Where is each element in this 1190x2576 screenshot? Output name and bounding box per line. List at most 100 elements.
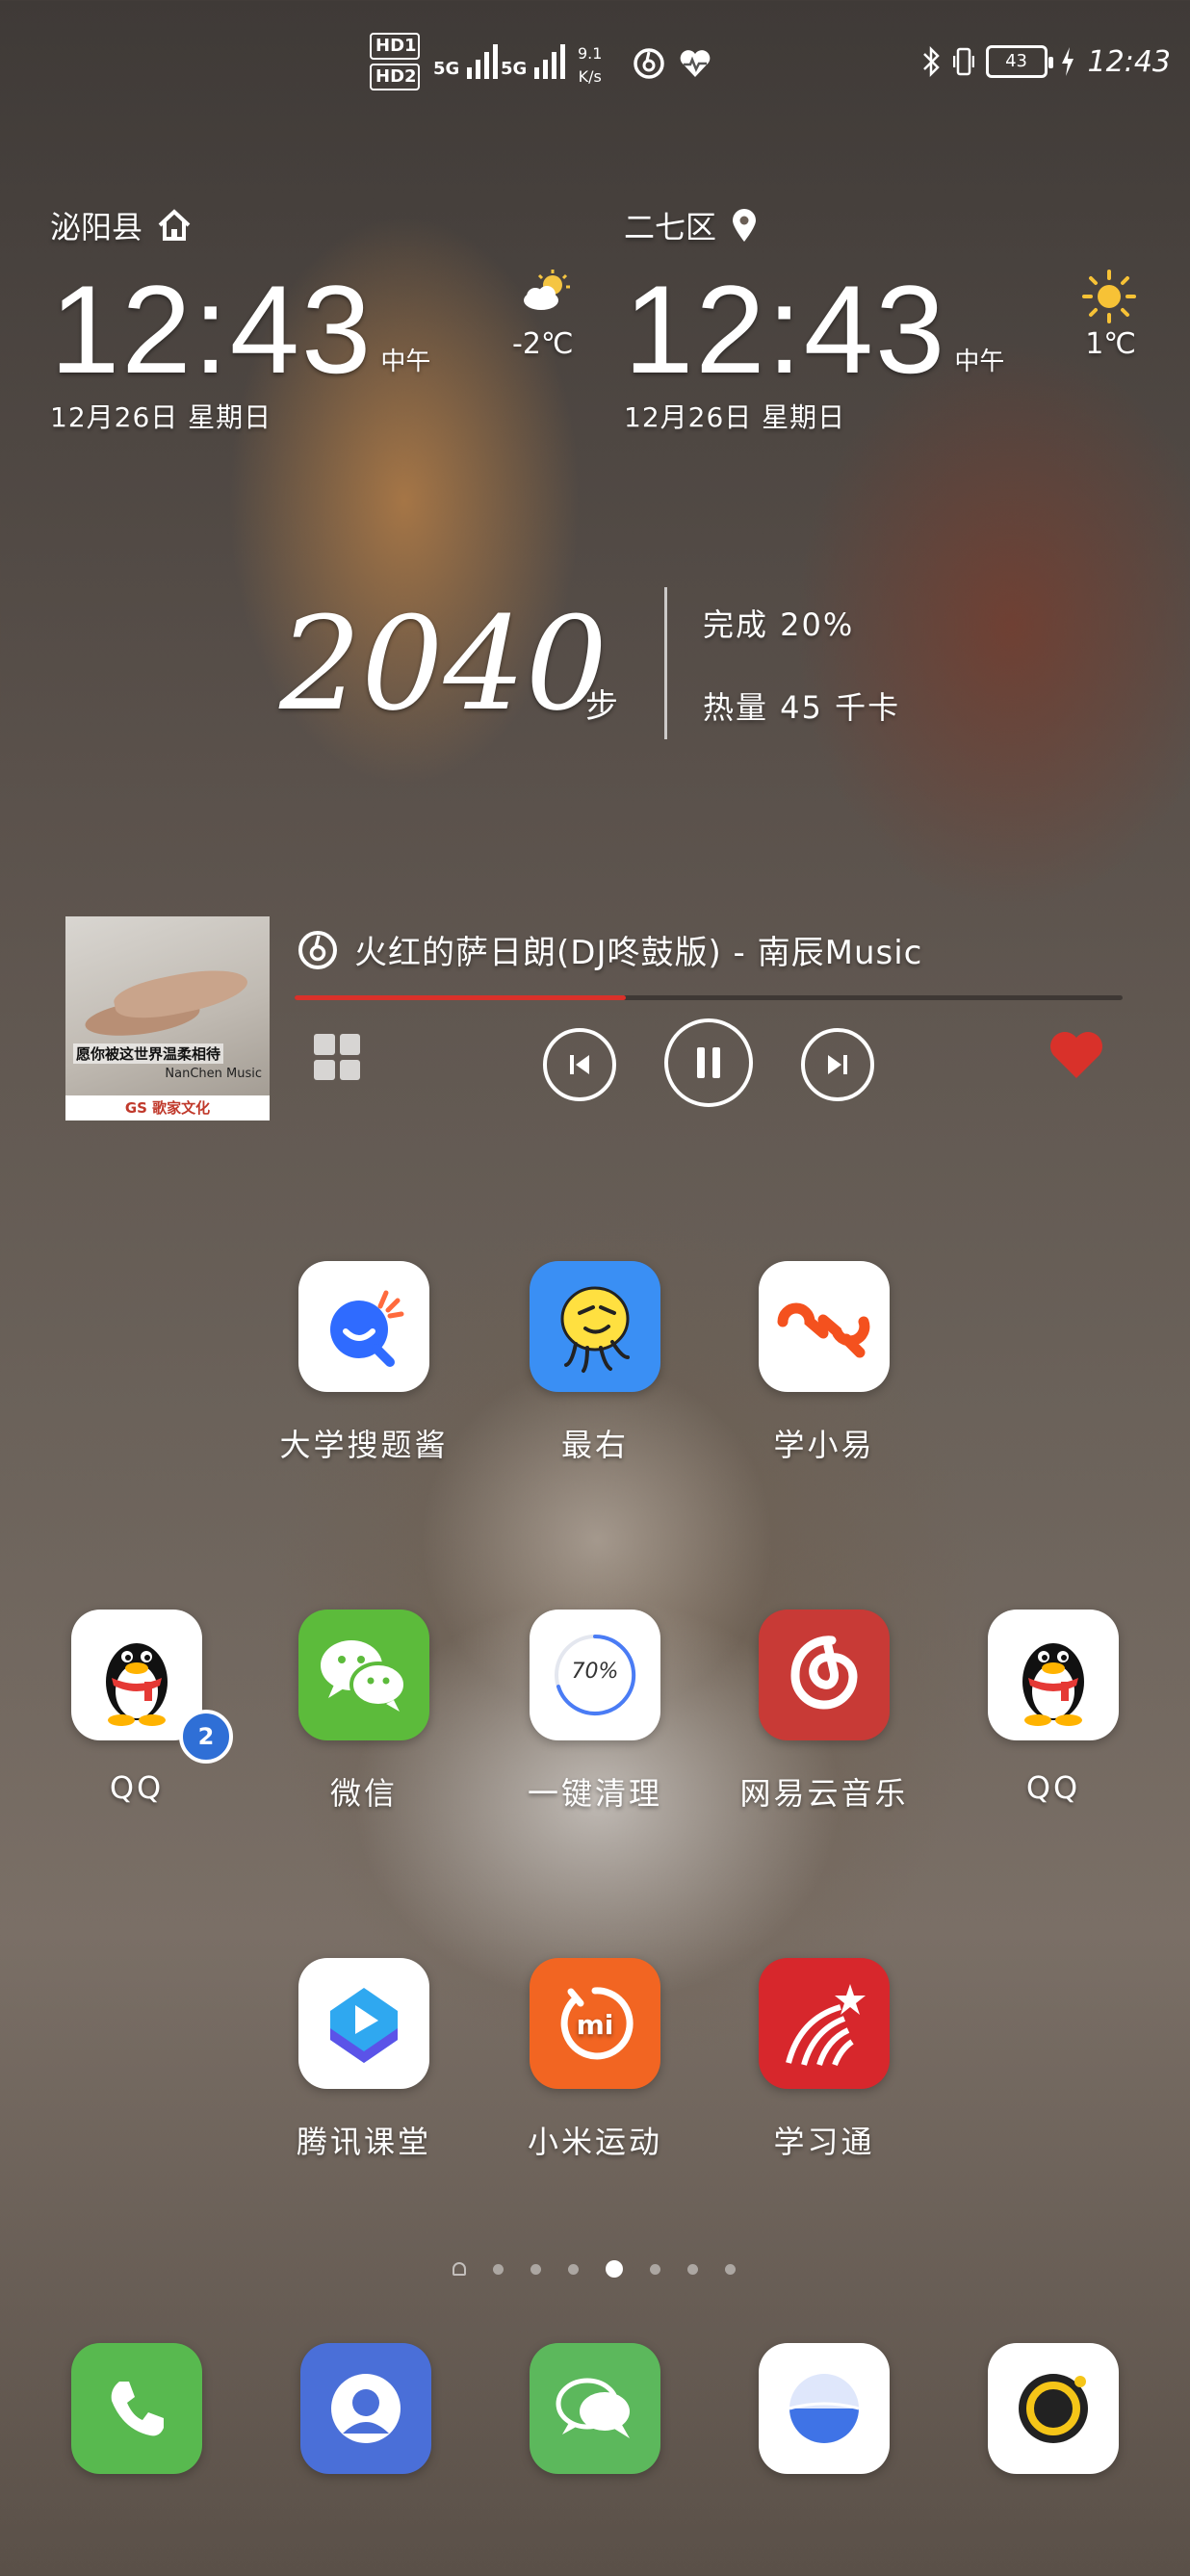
page-dot[interactable] [493, 2263, 504, 2275]
weather-right: 1℃ [1082, 270, 1136, 361]
temperature-left: -2℃ [512, 327, 574, 361]
page-indicator-home-icon [453, 2262, 466, 2276]
app-label: 学小易 [773, 1427, 875, 1463]
hd1-indicator: HD1 [370, 33, 420, 60]
messages-icon[interactable] [530, 2343, 660, 2474]
city-name-right: 二七区 [624, 209, 717, 245]
network-type-2: 5G [501, 59, 528, 79]
sunny-icon [1082, 270, 1136, 323]
music-widget[interactable]: 愿你被这世界温柔相待 NanChen Music GS 歌家文化 火红的萨日朗(… [65, 916, 1136, 1121]
page-dot[interactable] [568, 2263, 579, 2275]
home-icon [158, 209, 191, 241]
network-speed: 9.1 K/s [578, 42, 602, 89]
page-dot[interactable] [606, 2260, 623, 2278]
status-bar: HD1 HD2 5G 5G 9.1 K/s 43 12:43 [0, 0, 1190, 135]
network-speed-unit: K/s [578, 67, 602, 86]
song-progress-bar[interactable] [295, 995, 1123, 1000]
browser-icon[interactable] [759, 2343, 890, 2474]
dock [0, 2343, 1190, 2478]
qq-clone-badge-icon: 2 [179, 1710, 233, 1764]
wechat-icon [298, 1610, 429, 1740]
song-title-row[interactable]: 火红的萨日朗(DJ咚鼓版) - 南辰Music [297, 926, 922, 973]
cover-caption: 愿你被这世界温柔相待 [73, 1043, 224, 1064]
app-label: QQ [109, 1769, 165, 1806]
previous-icon [570, 1055, 589, 1074]
app-cleaner[interactable]: 70% 一键清理 [489, 1610, 701, 1814]
page-dot[interactable] [725, 2263, 736, 2275]
page-dot[interactable] [530, 2263, 541, 2275]
cover-artist: NanChen Music [165, 1067, 262, 1081]
hd-indicators: HD1 HD2 [370, 33, 426, 94]
step-unit: 步 [585, 687, 618, 726]
vibrate-icon [952, 47, 974, 76]
zuiyou-icon [530, 1261, 660, 1392]
xuexiaoyi-icon [759, 1261, 890, 1392]
pause-button[interactable] [664, 1018, 753, 1107]
charging-icon [1061, 47, 1074, 76]
clock-widget-right[interactable]: 二七区 12:43 中午 12月26日 星期日 1℃ [624, 202, 1190, 435]
clock-widget-left[interactable]: 泌阳县 12:43 中午 12月26日 星期日 -2℃ [50, 202, 628, 435]
next-button[interactable] [801, 1028, 874, 1101]
clock-ampm-right: 中午 [954, 348, 1005, 376]
app-zuiyou[interactable]: 最右 [489, 1261, 701, 1465]
clock-date-right: 12月26日 星期日 [624, 401, 846, 433]
pause-icon [697, 1047, 720, 1078]
steps-divider [664, 587, 667, 739]
page-dot[interactable] [687, 2263, 698, 2275]
signal-2: 5G [501, 42, 566, 79]
clock-time-right: 12:43 [624, 259, 947, 399]
cover-footer: GS 歌家文化 [65, 1095, 270, 1121]
app-wechat[interactable]: 微信 [258, 1610, 470, 1814]
location-pin-icon [733, 209, 757, 242]
network-speed-value: 9.1 [578, 44, 603, 63]
phone-icon[interactable] [71, 2343, 202, 2474]
weather-left: -2℃ [512, 270, 574, 361]
app-daxue-soutijiang[interactable]: 大学搜题酱 [258, 1261, 470, 1465]
tencent-classroom-icon [298, 1958, 429, 2089]
page-dot[interactable] [650, 2263, 660, 2275]
app-label: 一键清理 [527, 1775, 662, 1812]
app-qq-1[interactable]: QQ [31, 1610, 243, 1806]
album-cover[interactable]: 愿你被这世界温柔相待 NanChen Music GS 歌家文化 [65, 916, 270, 1121]
mi-fit-icon: mi [530, 1958, 660, 2089]
widget-grid-icon[interactable] [314, 1034, 360, 1080]
camera-icon[interactable] [988, 2343, 1119, 2474]
daxue-soutijiang-icon [298, 1261, 429, 1392]
app-netease-music[interactable]: 网易云音乐 [718, 1610, 930, 1814]
netease-music-status-icon [634, 48, 664, 79]
app-qq-2[interactable]: QQ [947, 1610, 1159, 1806]
status-time: 12:43 [1087, 44, 1171, 79]
clock-date-left: 12月26日 星期日 [50, 401, 272, 433]
temperature-right: 1℃ [1085, 327, 1136, 361]
svg-text:mi: mi [577, 2009, 614, 2041]
battery-icon: 43 [985, 45, 1053, 78]
app-label: 网易云音乐 [739, 1775, 909, 1812]
app-label: 腾讯课堂 [296, 2124, 431, 2160]
city-name-left: 泌阳县 [50, 209, 143, 245]
app-tencent-classroom[interactable]: 腾讯课堂 [258, 1958, 470, 2162]
step-count: 2040 [279, 589, 608, 739]
contacts-icon[interactable] [300, 2343, 431, 2474]
steps-completion: 完成 20% [703, 606, 855, 643]
app-mi-fit[interactable]: mi 小米运动 [489, 1958, 701, 2162]
clock-city-left: 泌阳县 [50, 202, 628, 248]
steps-widget[interactable]: 2040 步 完成 20% 热量 45 千卡 [279, 578, 953, 751]
clock-ampm-left: 中午 [380, 348, 431, 376]
clock-city-right: 二七区 [624, 202, 1190, 248]
clock-time-left: 12:43 [50, 259, 374, 399]
status-right: 43 12:43 [920, 44, 1171, 79]
song-title: 火红的萨日朗(DJ咚鼓版) - 南辰Music [354, 934, 923, 972]
like-heart-icon[interactable] [1048, 1028, 1105, 1082]
cleaner-gauge-icon: 70% [530, 1610, 660, 1740]
qq-penguin-icon [71, 1610, 202, 1740]
app-label: 大学搜题酱 [279, 1427, 449, 1463]
qq-badge-number: 2 [197, 1723, 215, 1750]
app-xuexiaoyi[interactable]: 学小易 [718, 1261, 930, 1465]
app-label: 微信 [329, 1775, 398, 1812]
app-xuexitong[interactable]: 学习通 [718, 1958, 930, 2162]
hd2-indicator: HD2 [370, 64, 420, 90]
signal-1: 5G [433, 42, 499, 79]
previous-button[interactable] [543, 1028, 616, 1101]
page-indicator[interactable] [453, 2260, 736, 2278]
signal-bars-2-icon [534, 42, 566, 79]
